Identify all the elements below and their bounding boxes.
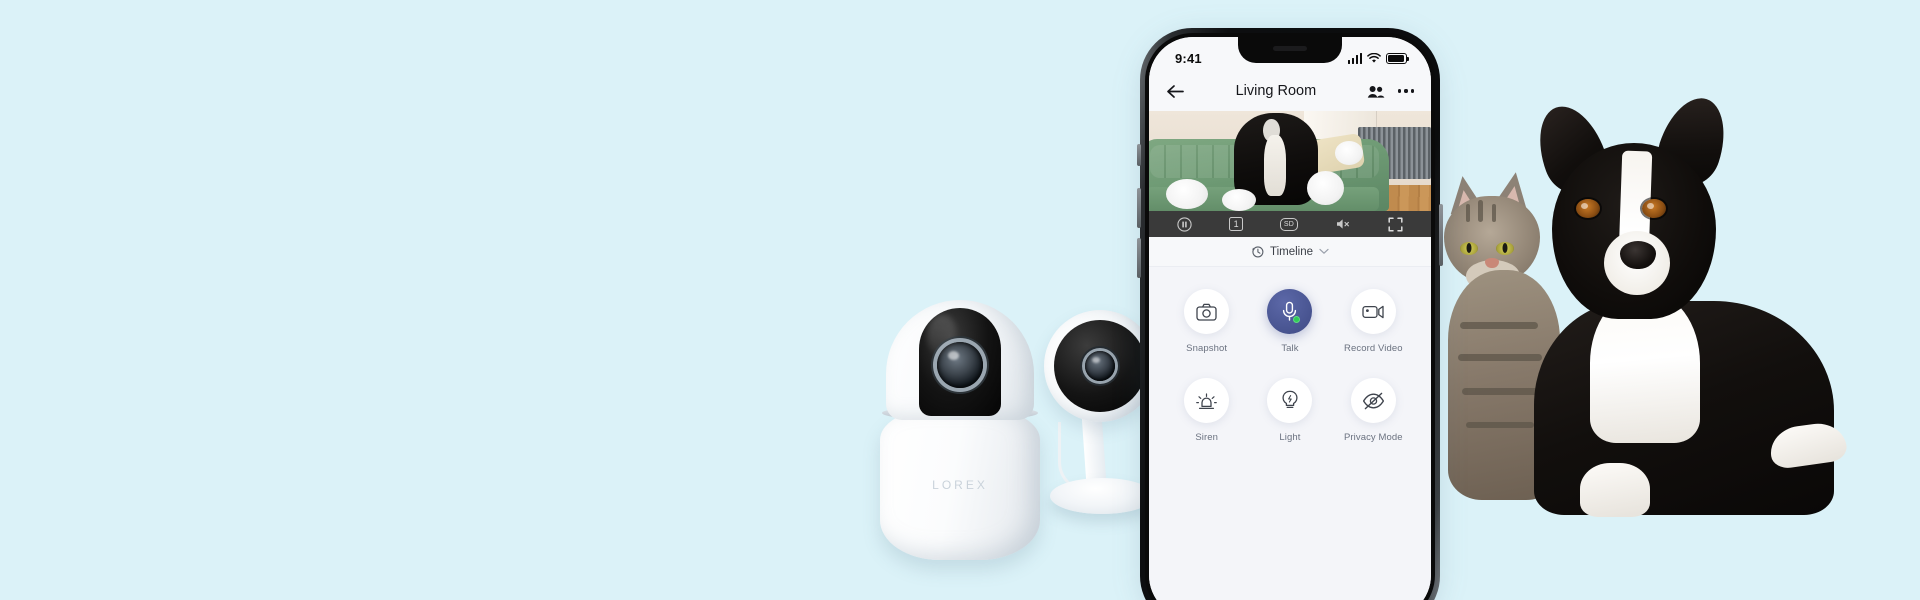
cat-stripe <box>1478 200 1483 222</box>
video-control-bar: 1 SD <box>1149 211 1431 237</box>
phone-screen: 9:41 Living Room 1 SD Timeline Snapshot … <box>1149 37 1431 600</box>
border-collie-dog <box>1524 89 1860 517</box>
action-label: Light <box>1279 432 1301 443</box>
status-bar-time: 9:41 <box>1175 50 1202 66</box>
siren-alarm-icon <box>1196 391 1217 411</box>
back-arrow-icon[interactable] <box>1166 84 1185 99</box>
camera-stand-base <box>1050 478 1154 514</box>
phone-power-button[interactable] <box>1439 204 1443 266</box>
dog-eye-right <box>1642 199 1666 218</box>
chevron-down-icon[interactable] <box>1319 248 1329 255</box>
cat-eye-left <box>1460 242 1478 255</box>
light-button[interactable] <box>1267 378 1313 423</box>
smartphone-mockup: 9:41 Living Room 1 SD Timeline Snapshot … <box>1137 28 1443 600</box>
camera-icon <box>1196 303 1217 321</box>
video-camera-icon <box>1362 304 1385 320</box>
page-title: Living Room <box>1235 83 1317 99</box>
eye-slash-icon <box>1362 392 1385 410</box>
record-video-button[interactable] <box>1350 289 1396 334</box>
camera-lens <box>1085 351 1115 381</box>
pause-button[interactable] <box>1177 216 1193 232</box>
action-label: Snapshot <box>1186 343 1228 354</box>
channel-button[interactable]: 1 <box>1229 217 1244 231</box>
live-video-feed[interactable] <box>1149 111 1431 211</box>
phone-bezel: 9:41 Living Room 1 SD Timeline Snapshot … <box>1145 33 1435 600</box>
app-nav-bar: Living Room <box>1149 71 1431 111</box>
phone-mute-switch[interactable] <box>1137 144 1141 166</box>
promo-banner: LOREX 9:41 Living Room 1 SD Timeline Sna… <box>0 0 1920 600</box>
speaker-muted-icon[interactable] <box>1335 217 1351 231</box>
phone-frame: 9:41 Living Room 1 SD Timeline Snapshot … <box>1137 28 1443 600</box>
camera-product-group: LOREX <box>880 300 1160 600</box>
battery-full-icon <box>1386 52 1410 64</box>
pan-tilt-camera: LOREX <box>880 300 1040 560</box>
pets-photo <box>1440 89 1860 517</box>
camera-head <box>886 300 1034 420</box>
action-record-video[interactable]: Record Video <box>1334 289 1412 354</box>
camera-lens-plate <box>919 308 1001 416</box>
action-talk[interactable]: Talk <box>1251 289 1329 354</box>
cat-stripe <box>1492 204 1496 222</box>
video-dog-face <box>1263 118 1281 143</box>
snapshot-button[interactable] <box>1184 289 1230 334</box>
video-stuffing <box>1165 179 1209 209</box>
video-stuffing <box>1306 171 1344 205</box>
dog-paw-left <box>1580 463 1650 517</box>
wifi-icon <box>1367 52 1381 64</box>
cellular-bars-icon <box>1347 52 1362 64</box>
video-stuffing <box>1222 189 1257 211</box>
action-row-secondary: Siren Light Privacy Mode <box>1165 378 1415 443</box>
phone-notch <box>1238 37 1342 63</box>
people-icon[interactable] <box>1367 85 1385 98</box>
fullscreen-expand-icon[interactable] <box>1388 216 1403 232</box>
phone-volume-down-button[interactable] <box>1137 238 1141 278</box>
timeline-label: Timeline <box>1269 245 1314 258</box>
nav-actions <box>1367 85 1414 98</box>
action-label: Record Video <box>1344 343 1403 354</box>
action-snapshot[interactable]: Snapshot <box>1168 289 1246 354</box>
camera-lens-plate <box>1054 320 1146 412</box>
light-bulb-icon <box>1281 390 1299 411</box>
timeline-toggle[interactable]: Timeline <box>1149 237 1431 267</box>
phone-volume-up-button[interactable] <box>1137 188 1141 228</box>
dog-nose <box>1620 241 1656 269</box>
action-siren[interactable]: Siren <box>1168 378 1246 443</box>
privacy-mode-button[interactable] <box>1350 378 1396 423</box>
action-privacy-mode[interactable]: Privacy Mode <box>1334 378 1412 443</box>
action-light[interactable]: Light <box>1251 378 1329 443</box>
siren-button[interactable] <box>1184 378 1230 423</box>
status-bar-icons <box>1347 52 1410 64</box>
earpiece-speaker <box>1273 46 1307 51</box>
action-row-primary: Snapshot Talk Record Video <box>1165 289 1415 354</box>
more-options-icon[interactable] <box>1397 89 1414 93</box>
quality-button[interactable]: SD <box>1279 217 1298 231</box>
talk-active-indicator <box>1293 316 1301 323</box>
cat-eye-right <box>1496 242 1514 255</box>
action-label: Talk <box>1281 343 1299 354</box>
camera-lens <box>937 342 983 388</box>
action-label: Siren <box>1195 432 1218 443</box>
dog-eye-left <box>1576 199 1600 218</box>
action-label: Privacy Mode <box>1343 432 1403 443</box>
action-grid: Snapshot Talk Record Video Siren Light P… <box>1149 267 1431 600</box>
history-clock-icon <box>1251 245 1264 258</box>
cat-stripe <box>1466 204 1470 222</box>
talk-button[interactable] <box>1267 289 1313 334</box>
brand-logo: LOREX <box>932 478 988 492</box>
